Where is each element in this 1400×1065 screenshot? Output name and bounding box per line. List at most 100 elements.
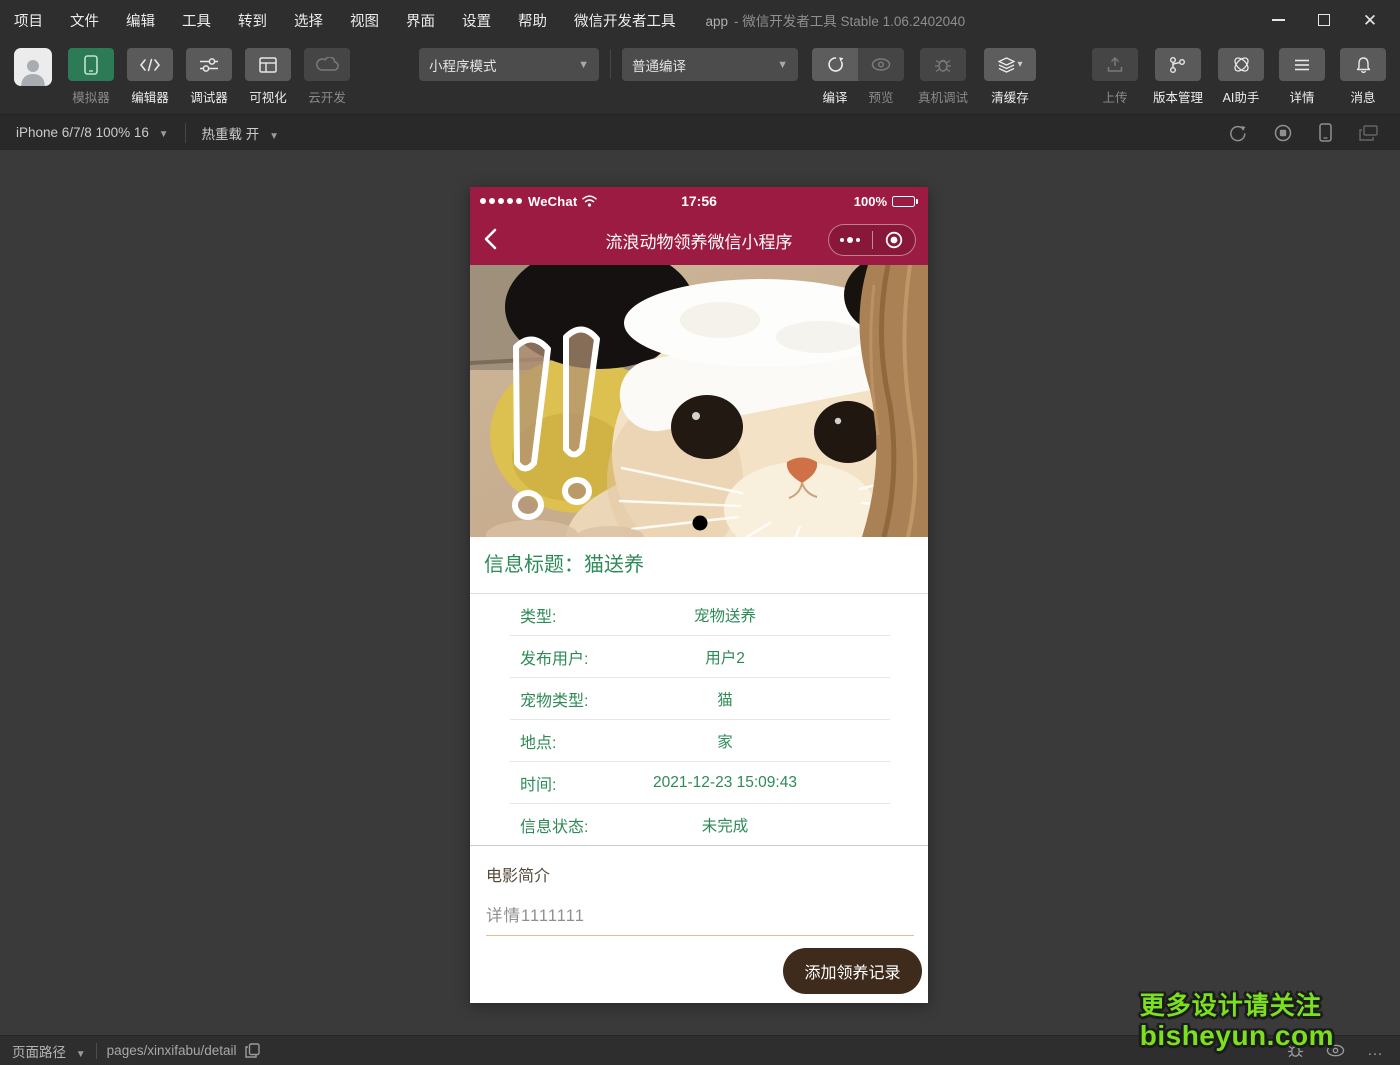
close-icon: ✕ [1363,12,1377,29]
tool-simulator[interactable]: 模拟器 [68,48,114,106]
version-control-button[interactable] [1155,48,1201,81]
action-version[interactable]: 版本管理 [1153,48,1203,106]
refresh-icon [827,56,844,73]
minimize-button[interactable] [1270,12,1286,28]
action-ai[interactable]: AI助手 [1218,48,1264,106]
mode-select[interactable]: 小程序模式 ▼ [419,48,599,81]
cloud-dev-label: 云开发 [308,87,346,106]
chevron-down-icon: ▼ [777,59,788,71]
cloud-dev-button [304,48,350,81]
close-button[interactable]: ✕ [1362,12,1378,28]
simulator-toolbar: iPhone 6/7/8 100% 16 ▼ 热重载 开 ▼ [0,114,1400,150]
carousel-dot [693,516,708,531]
toolbar-right-group: 上传 版本管理 AI助手 [1077,48,1386,106]
app-version-title: 微信开发者工具 Stable 1.06.2402040 [742,14,965,29]
detail-row-time: 时间: 2021-12-23 15:09:43 [470,762,928,804]
detail-row-location: 地点: 家 [470,720,928,762]
messages-button[interactable] [1340,48,1386,81]
visualization-label: 可视化 [249,87,287,106]
menu-item-help[interactable]: 帮助 [518,10,547,31]
more-options-icon[interactable]: … [1367,1046,1384,1056]
back-icon[interactable] [484,228,497,250]
tool-editor[interactable]: 编辑器 [127,48,173,106]
row-label: 地点: [520,729,556,753]
ai-assistant-button[interactable] [1218,48,1264,81]
description-label: 电影简介 [486,862,912,886]
device-selector-value: iPhone 6/7/8 100% 16 [16,125,149,140]
device-debug-button [920,48,966,81]
menu-item-devtools[interactable]: 微信开发者工具 [574,10,676,31]
compile-preview-group: 编译 预览 [812,48,918,106]
version-control-label: 版本管理 [1153,87,1203,106]
row-value: 用户2 [610,646,840,668]
record-circle-icon [885,231,903,249]
git-branch-icon [1169,56,1186,74]
clear-cache-button[interactable]: ▾ [984,48,1036,81]
action-compile[interactable]: 编译 [812,48,858,106]
description-input[interactable]: 详情1111111 [486,902,914,936]
tool-debugger[interactable]: 调试器 [186,48,232,106]
stop-icon[interactable] [1274,124,1292,142]
compile-button[interactable] [812,48,858,81]
menu-item-goto[interactable]: 转到 [238,10,267,31]
detach-window-icon[interactable] [1359,125,1378,141]
menu-item-project[interactable]: 项目 [14,10,43,31]
menu-item-file[interactable]: 文件 [70,10,99,31]
tool-cloud[interactable]: 云开发 [304,48,350,106]
menu-item-settings[interactable]: 设置 [462,10,491,31]
bug-icon [934,56,952,74]
action-details[interactable]: 详情 [1279,48,1325,106]
project-name: app [706,14,729,29]
phone-icon [84,55,98,75]
simbar-divider [185,123,186,143]
detail-row-type: 类型: 宠物送养 [470,594,928,636]
menu-item-edit[interactable]: 编辑 [126,10,155,31]
chevron-down-icon: ▼ [76,1049,86,1060]
upload-icon [1107,56,1123,73]
editor-button[interactable] [127,48,173,81]
menu-item-interface[interactable]: 界面 [406,10,435,31]
simulator-button[interactable] [68,48,114,81]
hot-reload-toggle[interactable]: 热重载 开 ▼ [202,123,279,143]
action-messages[interactable]: 消息 [1340,48,1386,106]
row-label: 宠物类型: [520,687,588,711]
simbar-icons [1229,123,1384,142]
tool-visualization[interactable]: 可视化 [245,48,291,106]
page-path-label: 页面路径 [12,1045,66,1060]
chevron-down-icon: ▼ [159,129,169,140]
device-selector[interactable]: iPhone 6/7/8 100% 16 ▼ [16,125,169,140]
watermark-line1: 更多设计请关注 [1140,992,1334,1020]
row-label: 类型: [520,603,556,627]
code-icon [139,58,161,72]
page-path-selector[interactable]: 页面路径 ▼ [12,1041,92,1061]
messages-label: 消息 [1350,87,1375,106]
add-adoption-record-button[interactable]: 添加领养记录 [783,948,922,994]
compile-mode-select[interactable]: 普通编译 ▼ [622,48,798,81]
minimize-icon [1272,19,1285,21]
watermark-line2: bisheyun.com [1140,1020,1334,1051]
menu-item-view[interactable]: 视图 [350,10,379,31]
page-path-value: pages/xinxifabu/detail [107,1043,237,1058]
bottombar-divider [96,1043,97,1059]
copy-icon[interactable] [245,1043,260,1058]
upload-label: 上传 [1102,87,1127,106]
more-button[interactable] [829,237,872,243]
device-frame-icon[interactable] [1319,123,1332,142]
menu-item-select[interactable]: 选择 [294,10,323,31]
toolbar-divider [610,49,611,79]
maximize-icon [1318,14,1330,26]
details-button[interactable] [1279,48,1325,81]
user-avatar[interactable] [14,48,52,86]
action-clear-cache[interactable]: ▾ 清缓存 [984,48,1036,106]
menu-item-tools[interactable]: 工具 [182,10,211,31]
phone-simulator: 17:56 WeChat 100% 流浪动物领养微信小程序 [470,187,928,1003]
restart-icon[interactable] [1229,124,1247,142]
visualization-button[interactable] [245,48,291,81]
maximize-button[interactable] [1316,12,1332,28]
title-separator: - [734,14,739,29]
preview-label: 预览 [868,87,893,106]
home-button[interactable] [873,231,916,249]
debugger-button[interactable] [186,48,232,81]
pet-photo[interactable] [470,265,928,537]
description-section: 电影简介 详情1111111 [470,846,928,936]
